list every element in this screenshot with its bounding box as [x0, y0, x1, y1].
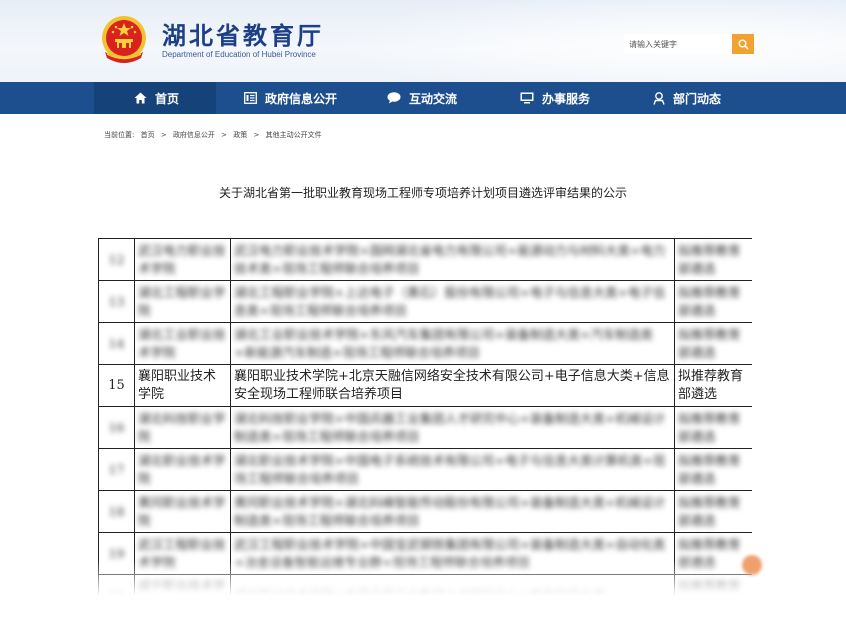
floating-widget-button[interactable] — [742, 555, 762, 575]
nav-item-services[interactable]: 办事服务 — [520, 82, 590, 114]
cell-project-name: 武汉电力职业技术学院+国网湖北省电力有限公司+能源动力与材料大类+电力技术类+现… — [230, 238, 675, 281]
cell-row-number: 18 — [98, 490, 135, 533]
breadcrumb-separator: > — [160, 131, 167, 139]
search-icon — [738, 39, 749, 50]
table-row: 17 湖北职业技术学院 湖北职业技术学院+中国电子系统技术有限公司+电子与信息大类计… — [98, 448, 752, 491]
nav-label: 互动交流 — [409, 91, 458, 106]
header-decoration — [330, 0, 846, 82]
nav-label: 首页 — [155, 91, 180, 106]
cell-review-result: 拟推荐教育部遴选 — [674, 406, 752, 449]
breadcrumb-separator: > — [253, 131, 260, 139]
cell-row-number: 14 — [98, 322, 135, 365]
cell-school-name: 湖北职业技术学院 — [134, 448, 231, 491]
cell-school-name: 湖北工程职业学院 — [134, 280, 231, 323]
breadcrumb-link-other-files[interactable]: 其他主动公开文件 — [266, 131, 322, 139]
cell-review-result: 拟推荐教育部遴选 — [674, 364, 752, 407]
document-table-image: 12 武汉电力职业技术学院 武汉电力职业技术学院+国网湖北省电力有限公司+能源动力与… — [98, 238, 752, 600]
nav-item-home[interactable]: 首页 — [94, 82, 216, 114]
national-emblem-icon[interactable] — [97, 12, 151, 68]
cell-review-result: 拟推荐教育部遴选 — [674, 490, 752, 533]
breadcrumb-prefix: 当前位置: — [104, 131, 135, 139]
home-icon — [134, 92, 147, 104]
cell-review-result: 拟推荐教育部遴选 — [674, 238, 752, 281]
search-box — [624, 34, 754, 54]
nav-item-gov-info[interactable]: 政府信息公开 — [244, 82, 337, 114]
user-badge-icon — [653, 91, 665, 105]
breadcrumb-link-home[interactable]: 首页 — [141, 131, 155, 139]
site-title: 湖北省教育厅 — [162, 21, 324, 50]
breadcrumb-separator: > — [221, 131, 228, 139]
cell-row-number: 13 — [98, 280, 135, 323]
nav-item-interaction[interactable]: 互动交流 — [387, 82, 457, 114]
breadcrumb-link-policy[interactable]: 政策 — [233, 131, 247, 139]
article-title: 关于湖北省第一批职业教育现场工程师专项培养计划项目遴选评审结果的公示 — [218, 186, 627, 200]
bottom-fade — [98, 560, 752, 600]
cell-row-number: 16 — [98, 406, 135, 449]
search-button[interactable] — [732, 34, 754, 54]
table-row: 16 湖北科技职业学院 湖北科技职业学院+中国兵器工业集团人才研究中心+装备制造大类… — [98, 406, 752, 449]
main-nav: 首页 政府信息公开 互动交流 办事服务 部门动态 — [0, 82, 846, 114]
cell-row-number: 15 — [98, 364, 135, 407]
cell-project-name: 湖北工业职业技术学院+东风汽车集团有限公司+装备制造大类+汽车制造类+新能源汽车… — [230, 322, 675, 365]
breadcrumb-link-gov-info[interactable]: 政府信息公开 — [173, 131, 215, 139]
cell-school-name: 黄冈职业技术学院 — [134, 490, 231, 533]
document-list-icon — [244, 92, 257, 104]
results-table: 12 武汉电力职业技术学院 武汉电力职业技术学院+国网湖北省电力有限公司+能源动力与… — [98, 238, 752, 600]
cell-review-result: 拟推荐教育部遴选 — [674, 322, 752, 365]
site-header: 湖北省教育厅 Department of Education of Hubei … — [0, 0, 846, 82]
cell-project-name: 湖北职业技术学院+中国电子系统技术有限公司+电子与信息大类计算机类+现场工程师联… — [230, 448, 675, 491]
nav-label: 办事服务 — [542, 91, 591, 106]
table-row: 18 黄冈职业技术学院 黄冈职业技术学院+湖北科峰智能传动股份有限公司+装备制造大类… — [98, 490, 752, 533]
cell-school-name: 湖北科技职业学院 — [134, 406, 231, 449]
site-subtitle: Department of Education of Hubei Provinc… — [162, 50, 316, 59]
table-row: 14 湖北工业职业技术学院 湖北工业职业技术学院+东风汽车集团有限公司+装备制造大类… — [98, 322, 752, 365]
cell-review-result: 拟推荐教育部遴选 — [674, 280, 752, 323]
cell-school-name: 武汉电力职业技术学院 — [134, 238, 231, 281]
chat-bubble-icon — [387, 92, 401, 104]
nav-label: 政府信息公开 — [265, 91, 338, 106]
cell-project-name: 黄冈职业技术学院+湖北科峰智能传动股份有限公司+装备制造大类+机械设计制造类+现… — [230, 490, 675, 533]
cell-school-name: 湖北工业职业技术学院 — [134, 322, 231, 365]
cell-project-name: 湖北工程职业学院+上达电子（黄石）股份有限公司+电子与信息大类+电子信息类+现场… — [230, 280, 675, 323]
cell-school-name: 襄阳职业技术学院 — [134, 364, 231, 407]
breadcrumb: 当前位置: 首页 > 政府信息公开 > 政策 > 其他主动公开文件 — [104, 130, 326, 140]
table-row: 15 襄阳职业技术学院 襄阳职业技术学院+北京天融信网络安全技术有限公司+电子信息大… — [98, 364, 752, 407]
cell-project-name: 襄阳职业技术学院+北京天融信网络安全技术有限公司+电子信息大类+信息安全现场工程… — [230, 364, 675, 407]
cell-row-number: 12 — [98, 238, 135, 281]
nav-item-dept-news[interactable]: 部门动态 — [653, 82, 721, 114]
table-row: 12 武汉电力职业技术学院 武汉电力职业技术学院+国网湖北省电力有限公司+能源动力与… — [98, 238, 752, 281]
cell-project-name: 湖北科技职业学院+中国兵器工业集团人才研究中心+装备制造大类+机械设计制造类+现… — [230, 406, 675, 449]
search-input[interactable] — [624, 34, 730, 54]
table-row: 13 湖北工程职业学院 湖北工程职业学院+上达电子（黄石）股份有限公司+电子与信息大… — [98, 280, 752, 323]
cell-review-result: 拟推荐教育部遴选 — [674, 448, 752, 491]
monitor-icon — [520, 92, 534, 104]
cell-row-number: 17 — [98, 448, 135, 491]
nav-label: 部门动态 — [673, 91, 722, 106]
